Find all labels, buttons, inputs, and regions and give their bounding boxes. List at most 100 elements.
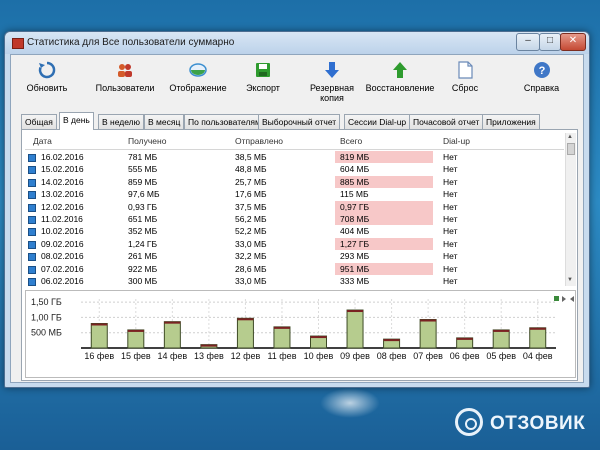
tab-8[interactable]: Почасовой отчет (409, 114, 484, 129)
col-date-cell: 12.02.2016 (41, 201, 84, 212)
col-date-cell: 16.02.2016 (41, 152, 84, 162)
row-icon (28, 203, 36, 212)
backup-icon (325, 62, 339, 78)
chart-bar (346, 309, 364, 349)
y-tick-label: 1,00 ГБ (31, 312, 62, 322)
refresh-button[interactable]: Обновить (23, 61, 71, 109)
row-icon (28, 228, 36, 237)
col-received-header[interactable]: Получено (128, 136, 166, 146)
table-row[interactable]: 08.02.2016 261 МБ 32,2 МБ 293 МБ Нет (25, 250, 564, 263)
table-row[interactable]: 14.02.2016 859 МБ 25,7 МБ 885 МБ Нет (25, 175, 564, 189)
table-row[interactable]: 12.02.2016 0,93 ГБ 37,5 МБ 0,97 ГБ Нет (25, 200, 564, 214)
col-total-cell: 1,27 ГБ (340, 238, 370, 249)
users-icon (118, 64, 132, 77)
chart-bar (127, 329, 145, 349)
col-date-cell: 10.02.2016 (41, 226, 84, 237)
scroll-up-icon[interactable]: ▲ (567, 134, 573, 140)
tab-5[interactable]: По пользователям (184, 114, 265, 129)
x-tick-label: 04 фев (523, 351, 553, 361)
col-date-cell: 06.02.2016 (41, 276, 84, 286)
tab-3[interactable]: В неделю (98, 114, 145, 129)
export-button[interactable]: Экспорт (243, 61, 283, 109)
row-icon (28, 278, 36, 286)
x-tick-label: 14 фев (157, 351, 187, 361)
x-tick-label: 12 фев (231, 351, 261, 361)
col-sent-cell: 28,6 МБ (235, 263, 267, 274)
vertical-scrollbar[interactable]: ▲ ▼ (565, 133, 576, 286)
col-dialup-cell: Нет (443, 189, 458, 200)
col-total-cell: 885 МБ (340, 176, 370, 187)
chart-bar (529, 327, 547, 349)
table-row[interactable]: 13.02.2016 97,6 МБ 17,6 МБ 115 МБ Нет (25, 188, 564, 201)
table-row[interactable]: 10.02.2016 352 МБ 52,2 МБ 404 МБ Нет (25, 225, 564, 238)
toolbar-label: Отображение (169, 83, 227, 93)
col-total-cell: 708 МБ (340, 214, 370, 224)
tab-4[interactable]: В месяц (144, 114, 185, 129)
chart-bar-cap (493, 329, 510, 332)
chart-bar-cap (200, 344, 217, 347)
toolbar-label: Резервная копия (309, 83, 355, 103)
chart-panel: 1,50 ГБ 1,00 ГБ 500 МБ 16 фев 15 фев 14 фев 13… (25, 290, 576, 378)
col-dialup-cell: Нет (443, 251, 458, 262)
reset-icon (458, 61, 473, 79)
chart-bar-cap (347, 310, 364, 313)
minimize-button[interactable]: – (516, 33, 540, 51)
display-button[interactable]: Отображение (168, 61, 228, 109)
chart-bar (273, 326, 291, 349)
watermark-logo-icon (455, 408, 483, 436)
col-dialup-cell: Нет (443, 238, 458, 249)
restore-button[interactable]: Восстановление (364, 61, 436, 109)
tab-9[interactable]: Приложения (482, 114, 540, 129)
table-row[interactable]: 16.02.2016 781 МБ 38,5 МБ 819 МБ Нет (25, 151, 564, 164)
col-sent-cell: 25,7 МБ (235, 176, 267, 187)
title-bar[interactable]: Статистика для Все пользователи суммарно… (5, 32, 589, 54)
x-tick-label: 05 фев (486, 351, 516, 361)
toolbar: Обновить Пользователи Отображение Экспорт Ре… (11, 55, 583, 113)
scroll-thumb[interactable] (567, 143, 575, 155)
tab-2[interactable]: В день (59, 112, 94, 130)
window-title: Статистика для Все пользователи суммарно (27, 37, 235, 48)
taskbar-glow (320, 388, 380, 418)
table-row[interactable]: 15.02.2016 555 МБ 48,8 МБ 604 МБ Нет (25, 163, 564, 176)
x-tick-label: 08 фев (377, 351, 407, 361)
chart-bar-cap (127, 329, 144, 332)
help-button[interactable]: ? Справка (519, 61, 564, 109)
table-row[interactable]: 11.02.2016 651 МБ 56,2 МБ 708 МБ Нет (25, 213, 564, 226)
col-received-cell: 555 МБ (128, 164, 158, 175)
table-row[interactable]: 06.02.2016 300 МБ 33,0 МБ 333 МБ Нет (25, 275, 564, 286)
col-total-cell: 404 МБ (340, 226, 370, 237)
row-icon (28, 166, 36, 175)
x-tick-label: 09 фев (340, 351, 370, 361)
row-icon (28, 178, 36, 187)
reset-button[interactable]: Сброс (445, 61, 485, 109)
x-tick-label: 07 фев (413, 351, 443, 361)
col-date-cell: 09.02.2016 (41, 238, 84, 249)
table-row[interactable]: 07.02.2016 922 МБ 28,6 МБ 951 МБ Нет (25, 262, 564, 276)
col-dialup-cell: Нет (443, 276, 458, 286)
tab-7[interactable]: Сессии Dial-up (344, 114, 411, 129)
toolbar-label: Сброс (451, 83, 479, 93)
row-icon (28, 265, 36, 274)
display-icon (189, 63, 207, 77)
scroll-down-icon[interactable]: ▼ (567, 277, 573, 283)
x-tick-label: 15 фев (121, 351, 151, 361)
users-button[interactable]: Пользователи (89, 61, 161, 109)
close-button[interactable]: ✕ (560, 33, 586, 51)
watermark: ОТЗОВИК (450, 405, 590, 441)
col-received-cell: 859 МБ (128, 176, 158, 187)
table-row[interactable]: 09.02.2016 1,24 ГБ 33,0 МБ 1,27 ГБ Нет (25, 237, 564, 251)
x-tick-label: 06 фев (450, 351, 480, 361)
maximize-button[interactable]: □ (539, 33, 561, 51)
col-dialup-header[interactable]: Dial-up (443, 136, 470, 146)
col-total-header[interactable]: Всего (340, 136, 362, 146)
tab-1[interactable]: Общая (21, 114, 57, 129)
tab-6[interactable]: Выборочный отчет (258, 114, 341, 129)
row-icon (28, 253, 36, 262)
col-received-cell: 1,24 ГБ (128, 238, 158, 249)
col-sent-header[interactable]: Отправлено (235, 136, 283, 146)
backup-button[interactable]: Резервная копия (297, 61, 367, 109)
toolbar-label: Обновить (26, 83, 68, 93)
col-date-header[interactable]: Дата (33, 136, 52, 146)
stats-window: Статистика для Все пользователи суммарно… (4, 31, 590, 388)
col-total-cell: 115 МБ (340, 189, 369, 200)
